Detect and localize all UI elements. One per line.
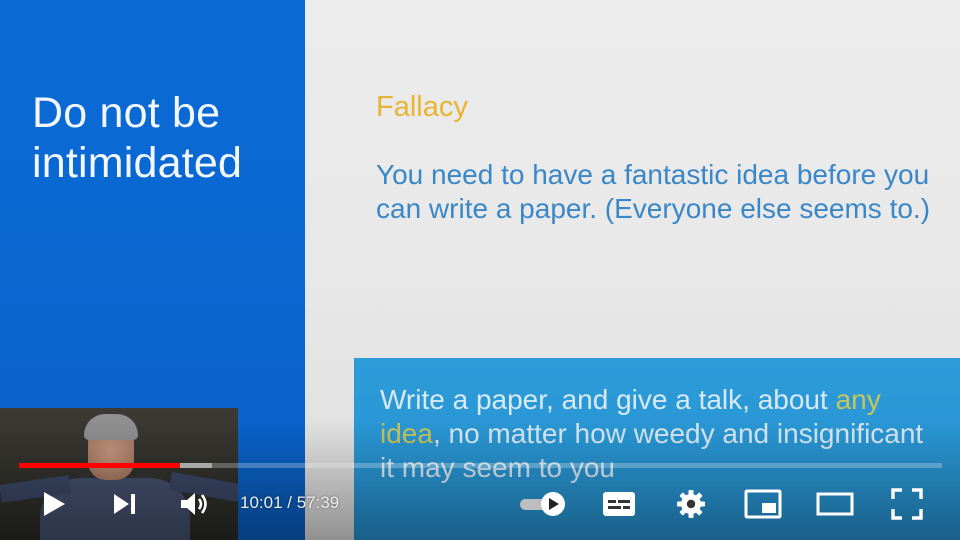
next-icon bbox=[111, 491, 137, 517]
volume-button[interactable] bbox=[172, 484, 216, 524]
duration: 57:39 bbox=[296, 493, 340, 512]
answer-suffix: , no matter how weedy and insignificant … bbox=[380, 418, 924, 483]
video-player[interactable]: Do not be intimidated Fallacy You need t… bbox=[0, 0, 960, 540]
autoplay-toggle-icon bbox=[516, 490, 570, 518]
fallacy-text: You need to have a fantastic idea before… bbox=[376, 159, 931, 224]
miniplayer-button[interactable] bbox=[741, 484, 785, 524]
answer-prefix: Write a paper, and give a talk, about bbox=[380, 384, 828, 415]
miniplayer-icon bbox=[744, 489, 782, 519]
time-display: 10:01 / 57:39 bbox=[240, 492, 339, 514]
captions-button[interactable] bbox=[598, 484, 640, 524]
time-separator: / bbox=[282, 493, 297, 512]
autoplay-toggle[interactable] bbox=[514, 484, 572, 524]
slide-title: Do not be intimidated bbox=[32, 89, 243, 187]
play-button[interactable] bbox=[34, 484, 74, 524]
current-time: 10:01 bbox=[240, 493, 283, 512]
fullscreen-icon bbox=[891, 488, 923, 520]
progress-bar[interactable] bbox=[19, 463, 942, 468]
theater-icon bbox=[816, 491, 854, 517]
speaker-hair bbox=[84, 414, 138, 440]
next-button[interactable] bbox=[104, 484, 144, 524]
volume-icon bbox=[178, 490, 210, 518]
progress-played bbox=[19, 463, 180, 468]
settings-button[interactable] bbox=[671, 484, 711, 524]
fullscreen-button[interactable] bbox=[886, 484, 928, 524]
play-icon bbox=[41, 490, 67, 518]
fallacy-label: Fallacy bbox=[376, 91, 468, 123]
answer-text: Write a paper, and give a talk, about an… bbox=[380, 383, 940, 485]
captions-icon bbox=[602, 491, 636, 517]
theater-mode-button[interactable] bbox=[813, 484, 857, 524]
gear-icon bbox=[676, 489, 706, 519]
